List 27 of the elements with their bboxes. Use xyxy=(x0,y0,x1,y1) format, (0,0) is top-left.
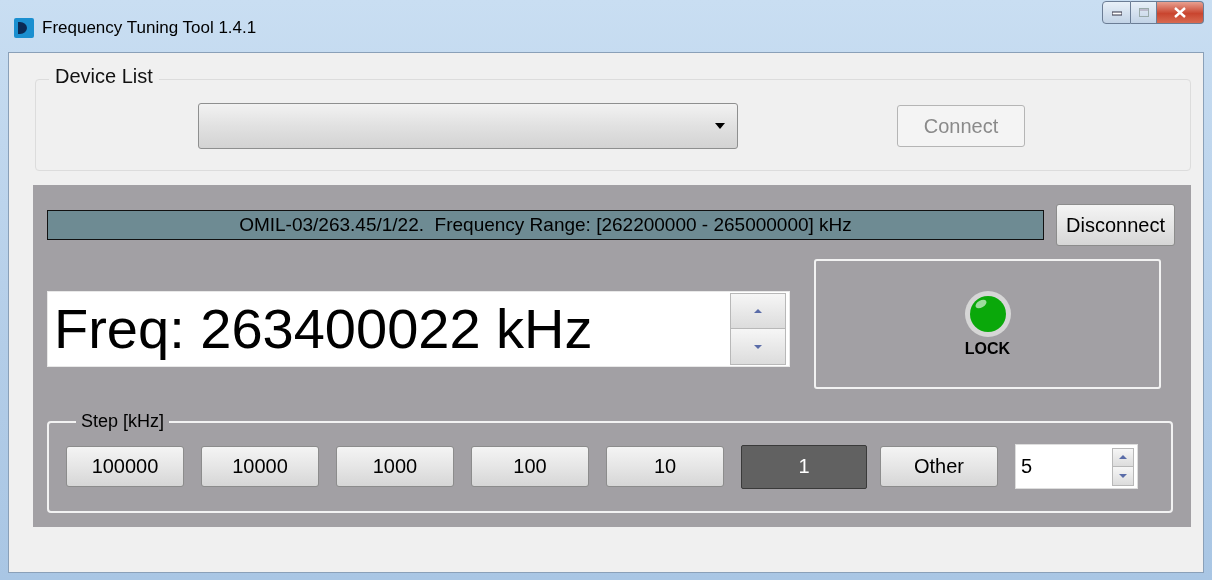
disconnect-button[interactable]: Disconnect xyxy=(1056,204,1175,246)
step-field[interactable]: 5 xyxy=(1015,444,1138,489)
up-arrow-icon xyxy=(754,309,762,313)
spin-up-button[interactable] xyxy=(1112,447,1134,467)
window-title: Frequency Tuning Tool 1.4.1 xyxy=(42,18,258,38)
device-dropdown[interactable] xyxy=(198,103,738,149)
down-arrow-icon xyxy=(1119,473,1127,478)
caret-icon xyxy=(715,123,725,129)
device-status-bar: OMIL-03/263.45/1/22. Frequency Range: [262200000 - 265000000] kHz xyxy=(47,210,1044,240)
step-button[interactable]: 1 xyxy=(741,444,867,489)
maximize-icon xyxy=(1138,8,1149,17)
step-button[interactable]: 100 xyxy=(471,446,589,487)
step-button[interactable]: 10000 xyxy=(201,446,319,487)
maximize-button[interactable] xyxy=(1131,1,1157,24)
group-label: Step [kHz] xyxy=(80,411,166,432)
step-button[interactable]: 1000 xyxy=(336,446,454,487)
step-button[interactable]: 10 xyxy=(606,446,724,487)
close-button[interactable] xyxy=(1157,1,1204,24)
up-arrow-icon xyxy=(1119,455,1127,459)
app-icon xyxy=(14,18,34,38)
minimize-button[interactable] xyxy=(1102,1,1131,24)
step-button[interactable]: 100000 xyxy=(66,446,184,487)
lock-label: LOCK xyxy=(964,340,1011,358)
step-button[interactable]: Other xyxy=(880,446,998,487)
down-arrow-icon xyxy=(754,344,762,349)
close-icon xyxy=(1174,7,1186,18)
minimize-icon xyxy=(1111,9,1122,16)
